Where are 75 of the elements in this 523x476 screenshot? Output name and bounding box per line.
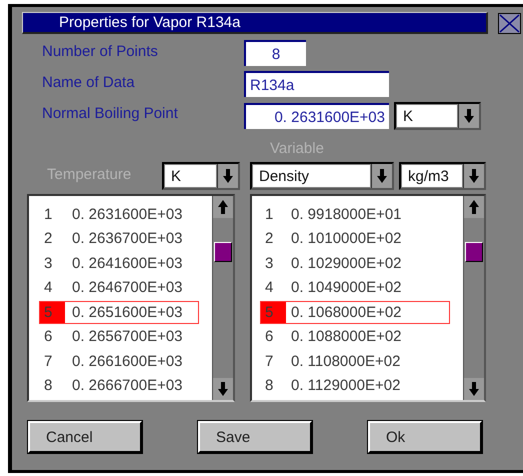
row-number: 4 (264, 278, 274, 298)
scroll-up-button[interactable] (213, 196, 233, 218)
list-row[interactable]: 3 0. 1029000E+02 (260, 252, 450, 274)
field-label: Normal Boiling Point (42, 104, 179, 122)
list-row[interactable]: 1 0. 9918000E+01 (260, 203, 450, 226)
row-number: 5 (261, 302, 286, 322)
dialog-button[interactable]: Save (198, 421, 312, 453)
row-number: 2 (43, 229, 54, 249)
row-value: 0. 1029000E+02 (291, 254, 402, 272)
up-arrow-icon (469, 200, 479, 214)
row-number: 1 (264, 204, 274, 224)
input-field[interactable]: 0. 2631600E+03 (244, 103, 389, 129)
row-number: 6 (264, 327, 274, 347)
list-row[interactable]: 6 0. 2656700E+03 (39, 326, 199, 348)
row-value: 0. 2651600E+03 (72, 304, 183, 321)
dropdown-arrow-icon (377, 169, 387, 183)
down-arrow-icon (218, 382, 228, 396)
row-number: 2 (264, 229, 274, 249)
row-number: 7 (43, 352, 54, 372)
row-value: 0. 2661600E+03 (72, 352, 183, 370)
list-row[interactable]: 7 0. 2661600E+03 (39, 350, 199, 372)
scrollbar[interactable] (463, 196, 484, 400)
list-row[interactable]: 8 0. 1129000E+02 (260, 374, 450, 397)
scroll-down-button[interactable] (213, 378, 233, 400)
list-row[interactable]: 5 0. 1068000E+02 (260, 301, 450, 324)
list-row[interactable]: 5 0. 2651600E+03 (39, 301, 199, 324)
list-row[interactable]: 8 0. 2666700E+03 (39, 374, 199, 397)
list-row[interactable]: 3 0. 2641600E+03 (39, 252, 199, 274)
row-value: 0. 9918000E+01 (291, 206, 402, 223)
row-number: 5 (40, 302, 65, 322)
input-field[interactable]: 8 (244, 40, 306, 66)
row-value: 0. 1049000E+02 (291, 279, 402, 296)
list-row[interactable]: 2 0. 1010000E+02 (260, 228, 450, 250)
dialog-button[interactable]: Cancel (28, 421, 142, 453)
row-value: 0. 1068000E+02 (291, 304, 402, 321)
scroll-up-button[interactable] (464, 196, 484, 218)
close-icon[interactable] (498, 12, 521, 34)
row-number: 3 (264, 254, 274, 274)
down-arrow-icon (469, 382, 479, 396)
row-number: 4 (43, 278, 54, 298)
list-row[interactable]: 6 0. 1088000E+02 (260, 326, 450, 348)
dialog-button[interactable]: Ok (368, 421, 482, 453)
row-value: 0. 1108000E+02 (291, 352, 400, 370)
field-label: Number of Points (42, 42, 159, 60)
row-number: 1 (43, 204, 54, 224)
row-number: 8 (264, 376, 274, 396)
row-value: 0. 1129000E+02 (291, 377, 400, 394)
dropdown-arrow-icon (469, 169, 479, 183)
scroll-thumb[interactable] (465, 242, 483, 262)
row-value: 0. 2641600E+03 (72, 254, 183, 272)
row-value: 0. 1088000E+02 (291, 328, 402, 346)
row-value: 0. 1010000E+02 (291, 230, 402, 248)
field-label: Name of Data (42, 73, 136, 91)
up-arrow-icon (218, 200, 228, 214)
row-number: 6 (43, 327, 54, 347)
row-number: 7 (264, 352, 274, 372)
dropdown-arrow-icon (223, 169, 233, 183)
scrollbar[interactable] (212, 196, 233, 400)
row-value: 0. 2656700E+03 (72, 328, 183, 346)
row-number: 8 (43, 376, 54, 396)
window-title: Properties for Vapor R134a (22, 12, 488, 34)
row-value: 0. 2631600E+03 (72, 206, 183, 223)
list-row[interactable]: 1 0. 2631600E+03 (39, 203, 199, 226)
row-value: 0. 2636700E+03 (72, 230, 183, 248)
input-field[interactable]: R134a (244, 71, 389, 97)
list-row[interactable]: 4 0. 2646700E+03 (39, 276, 199, 299)
scroll-down-button[interactable] (464, 378, 484, 400)
row-number: 3 (43, 254, 54, 274)
list-row[interactable]: 4 0. 1049000E+02 (260, 276, 450, 299)
dropdown-arrow-icon (464, 109, 474, 123)
list-row[interactable]: 2 0. 2636700E+03 (39, 228, 199, 250)
row-value: 0. 2646700E+03 (72, 279, 183, 296)
scroll-thumb[interactable] (214, 242, 232, 262)
row-value: 0. 2666700E+03 (72, 377, 183, 394)
list-row[interactable]: 7 0. 1108000E+02 (260, 350, 450, 372)
